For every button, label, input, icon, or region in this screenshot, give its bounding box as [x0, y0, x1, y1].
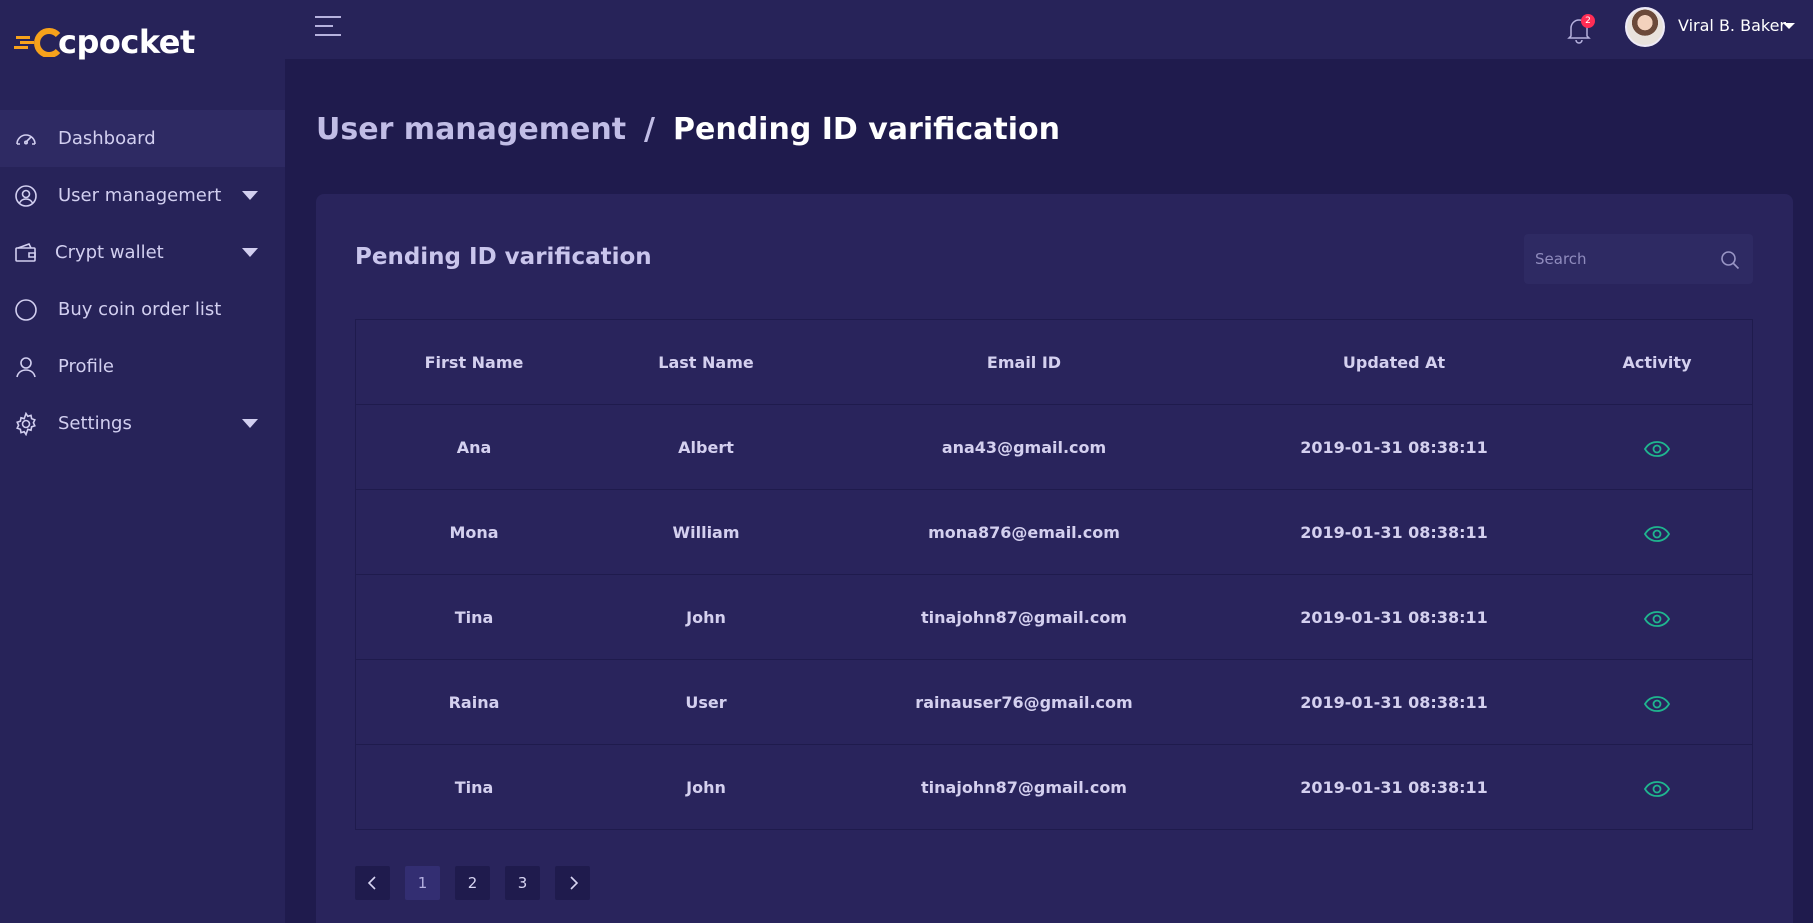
circle-icon [14, 298, 38, 322]
activity-cell [1644, 660, 1670, 745]
sidebar-item-user-management[interactable]: User managemert [0, 167, 285, 224]
sidebar: cpocket Dashboard User managemert Crypt … [0, 0, 285, 923]
page-button[interactable]: 2 [455, 866, 490, 900]
sidebar-item-label: Buy coin order list [58, 299, 222, 320]
prev-page-button[interactable] [355, 866, 390, 900]
breadcrumb: User management / Pending ID varificatio… [316, 112, 1060, 147]
cell-email: mona876@email.com [928, 523, 1120, 542]
cell-last-name: John [686, 778, 726, 797]
column-header-first-name[interactable]: First Name [425, 320, 524, 405]
page-title: Pending ID varification [673, 112, 1060, 147]
logo-text: cpocket [58, 23, 195, 61]
column-header-activity: Activity [1622, 353, 1692, 372]
sidebar-item-buy-coin-order-list[interactable]: Buy coin order list [0, 281, 285, 338]
chevron-left-icon [367, 876, 376, 890]
sidebar-item-settings[interactable]: Settings [0, 395, 285, 452]
chevron-down-icon[interactable] [1783, 23, 1795, 29]
table-row: Tina John tinajohn87@gmail.com 2019-01-3… [356, 745, 1752, 830]
pending-id-card: Pending ID varification First Name Last … [316, 194, 1793, 923]
breadcrumb-separator: / [644, 112, 656, 147]
speedometer-icon [14, 127, 38, 151]
activity-cell [1644, 405, 1670, 490]
cell-email: rainauser76@gmail.com [915, 693, 1133, 712]
page-button[interactable]: 1 [405, 866, 440, 900]
chevron-down-icon[interactable] [242, 419, 258, 428]
cell-updated-at: 2019-01-31 08:38:11 [1300, 438, 1488, 457]
sidebar-item-crypt-wallet[interactable]: Crypt wallet [0, 224, 285, 281]
view-icon[interactable] [1644, 695, 1670, 712]
user-icon [14, 355, 38, 379]
view-icon[interactable] [1644, 440, 1670, 457]
cell-updated-at: 2019-01-31 08:38:11 [1300, 778, 1488, 797]
activity-cell [1644, 490, 1670, 575]
chevron-right-icon [569, 876, 578, 890]
table-row: Tina John tinajohn87@gmail.com 2019-01-3… [356, 575, 1752, 660]
view-icon[interactable] [1644, 525, 1670, 542]
top-bar: 2 Viral B. Baker [285, 0, 1813, 59]
cell-email: ana43@gmail.com [941, 438, 1107, 457]
table-row: Raina User rainauser76@gmail.com 2019-01… [356, 660, 1752, 745]
table-header-row: First Name Last Name Email ID Updated At… [356, 320, 1752, 405]
search-icon[interactable] [1720, 250, 1740, 270]
sidebar-item-label: Crypt wallet [55, 242, 164, 263]
notification-count-badge: 2 [1581, 14, 1595, 28]
sidebar-item-label: Profile [58, 356, 114, 377]
next-page-button[interactable] [555, 866, 590, 900]
cell-last-name: John [686, 608, 726, 627]
chevron-down-icon[interactable] [242, 248, 258, 257]
activity-cell [1644, 575, 1670, 660]
pagination: 1 2 3 [355, 866, 590, 900]
cell-first-name: Raina [448, 693, 500, 712]
sidebar-item-dashboard[interactable]: Dashboard [0, 110, 285, 167]
user-circle-icon [14, 184, 38, 208]
breadcrumb-parent[interactable]: User management [316, 112, 626, 147]
chevron-down-icon[interactable] [242, 191, 258, 200]
sidebar-item-label: Settings [58, 413, 132, 434]
cell-email: tinajohn87@gmail.com [921, 778, 1127, 797]
column-header-email[interactable]: Email ID [987, 320, 1061, 405]
pending-id-table: First Name Last Name Email ID Updated At… [355, 319, 1753, 830]
cell-last-name: William [672, 523, 740, 542]
sidebar-item-label: User managemert [58, 185, 222, 206]
cell-updated-at: 2019-01-31 08:38:11 [1300, 693, 1488, 712]
wallet-icon [14, 241, 38, 265]
search-box [1524, 234, 1753, 284]
card-title: Pending ID varification [355, 244, 652, 270]
cell-updated-at: 2019-01-31 08:38:11 [1300, 608, 1488, 627]
column-header-last-name[interactable]: Last Name [658, 320, 753, 405]
cell-last-name: Albert [678, 438, 734, 457]
brand-logo[interactable]: cpocket [14, 22, 195, 62]
menu-toggle-icon[interactable] [315, 16, 341, 38]
view-icon[interactable] [1644, 610, 1670, 627]
cell-first-name: Ana [456, 438, 492, 457]
table-row: Ana Albert ana43@gmail.com 2019-01-31 08… [356, 405, 1752, 490]
cell-email: tinajohn87@gmail.com [921, 608, 1127, 627]
table-row: Mona William mona876@email.com 2019-01-3… [356, 490, 1752, 575]
gear-icon [14, 411, 38, 436]
logo-icon [14, 28, 61, 57]
activity-cell [1644, 745, 1670, 830]
notification-bell-icon[interactable]: 2 [1565, 14, 1595, 44]
cell-first-name: Mona [449, 523, 499, 542]
view-icon[interactable] [1644, 780, 1670, 797]
avatar[interactable] [1625, 7, 1665, 47]
page-button[interactable]: 3 [505, 866, 540, 900]
search-input[interactable] [1524, 234, 1714, 284]
sidebar-nav: Dashboard User managemert Crypt wallet B… [0, 110, 285, 452]
cell-last-name: User [685, 693, 727, 712]
cell-first-name: Tina [454, 778, 494, 797]
cell-first-name: Tina [454, 608, 494, 627]
sidebar-item-label: Dashboard [58, 128, 156, 149]
sidebar-item-profile[interactable]: Profile [0, 338, 285, 395]
cell-updated-at: 2019-01-31 08:38:11 [1300, 523, 1488, 542]
user-name[interactable]: Viral B. Baker [1678, 16, 1786, 35]
column-header-updated-at[interactable]: Updated At [1343, 320, 1445, 405]
